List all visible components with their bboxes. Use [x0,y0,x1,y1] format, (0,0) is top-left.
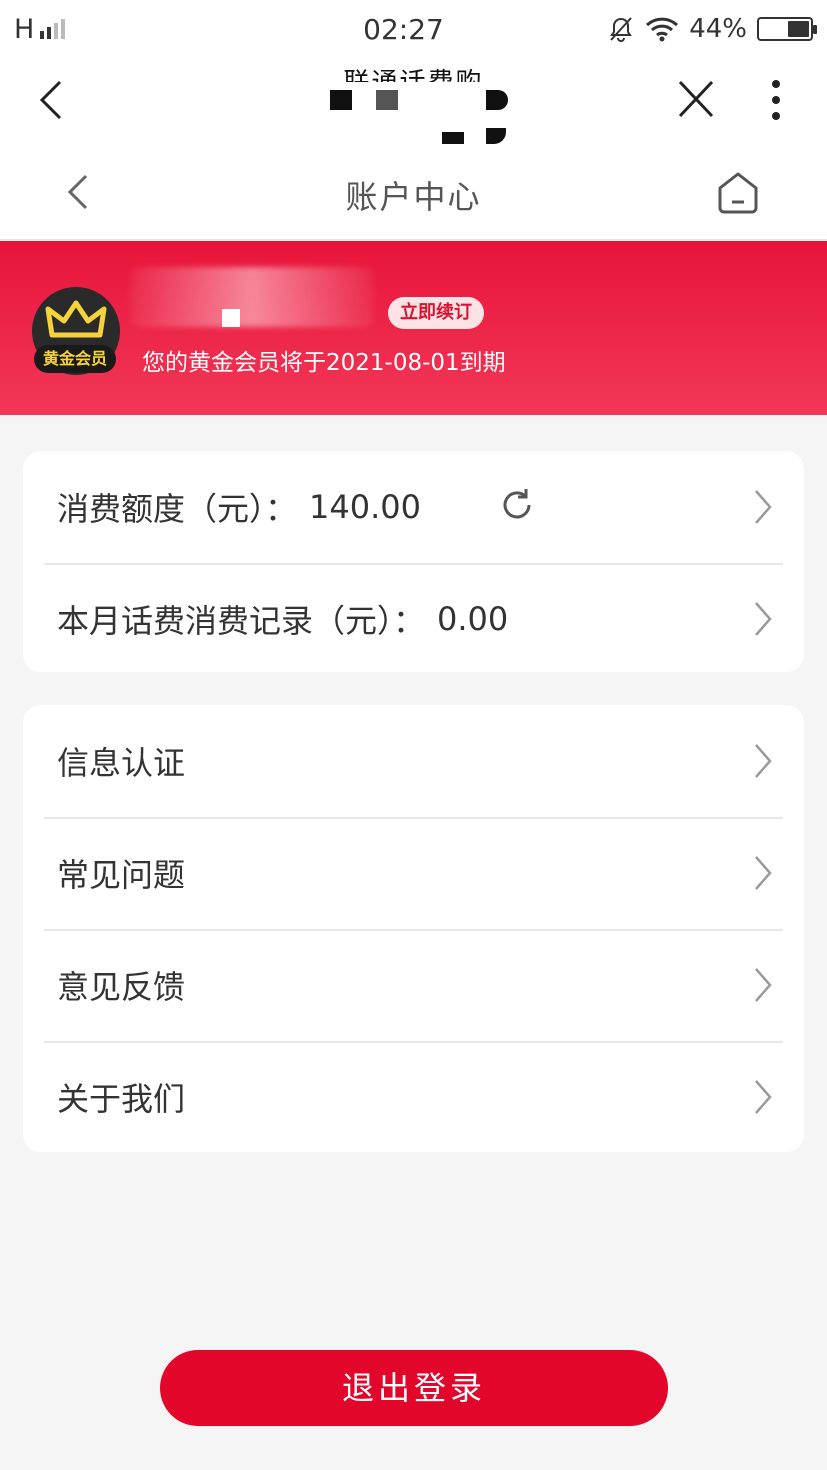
balance-card: 消费额度（元）： 140.00 本月话费消费记录（元）： 0.00 [23,451,804,672]
page-title: 账户中心 [345,178,482,216]
menu-item-label: 关于我们 [57,1080,186,1118]
network-type: H [14,13,35,45]
status-bar: H 02:27 44% [0,0,827,58]
monthly-record-row[interactable]: 本月话费消费记录（元）： 0.00 [23,563,804,675]
chevron-right-icon [755,744,772,778]
consumption-limit-row[interactable]: 消费额度（元）： 140.00 [23,451,804,563]
signal-icon [40,19,66,39]
menu-card: 信息认证 常见问题 意见反馈 关于我们 [23,705,804,1152]
webview-toolbar: 联通话费购 [0,58,827,144]
chevron-right-icon [755,1080,772,1114]
battery-percent: 44% [689,14,747,44]
monthly-record-label: 本月话费消费记录（元）： [57,602,426,640]
consumption-limit-value: 140.00 [309,488,421,526]
menu-item-label: 信息认证 [57,744,186,782]
chevron-right-icon [755,490,772,524]
mute-bell-icon [610,17,633,42]
renew-button[interactable]: 立即续订 [388,297,484,329]
logout-button[interactable]: 退出登录 [160,1350,668,1426]
webview-title: 联通话费购 [250,58,577,144]
chevron-right-icon [755,856,772,890]
membership-expiry: 您的黄金会员将于2021-08-01到期 [142,350,506,376]
battery-level [787,21,809,37]
consumption-limit-label: 消费额度（元）： [57,490,298,528]
menu-item-feedback[interactable]: 意见反馈 [23,929,804,1041]
monthly-record-value: 0.00 [437,600,509,638]
member-banner: 黄金会员 立即续订 您的黄金会员将于2021-08-01到期 [0,241,827,415]
status-time: 02:27 [363,12,444,46]
menu-item-label: 意见反馈 [57,968,186,1006]
refresh-icon[interactable] [497,485,537,525]
battery-icon [757,17,817,41]
chevron-right-icon [755,602,772,636]
close-icon[interactable] [672,78,720,122]
username-redacted [130,267,374,327]
menu-item-label: 常见问题 [57,856,186,894]
menu-item-verification[interactable]: 信息认证 [23,705,804,817]
wifi-icon [646,17,679,42]
menu-item-faq[interactable]: 常见问题 [23,817,804,929]
more-options-icon[interactable] [756,78,796,122]
badge-label: 黄金会员 [34,345,116,373]
back-arrow-icon[interactable] [30,78,74,122]
home-icon[interactable] [712,166,764,218]
menu-item-about[interactable]: 关于我们 [23,1041,804,1153]
network-indicator: H [14,14,214,45]
page-header: 账户中心 [0,144,827,240]
chevron-right-icon [755,968,772,1002]
